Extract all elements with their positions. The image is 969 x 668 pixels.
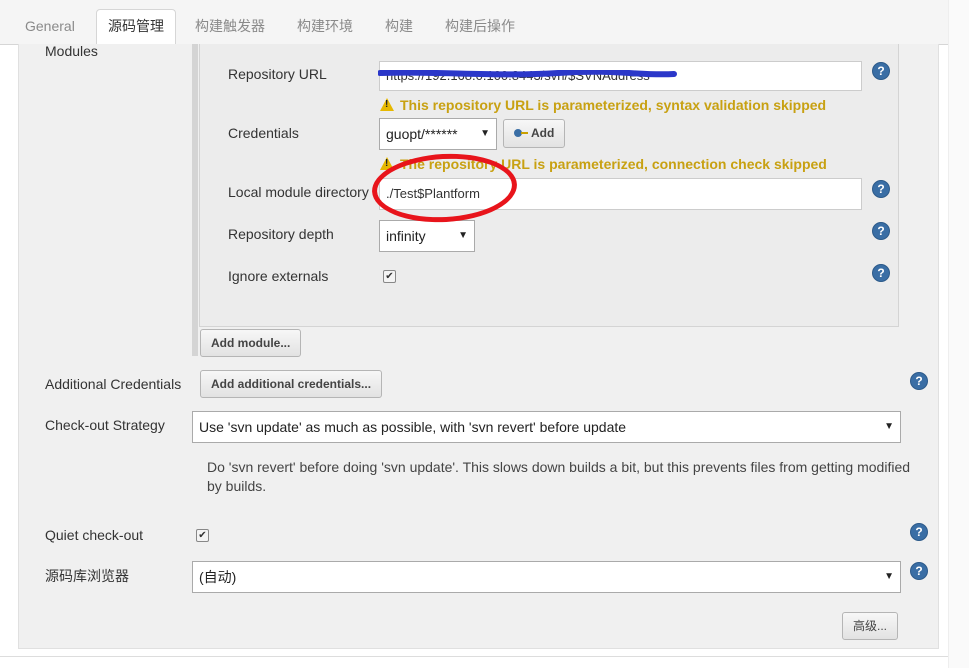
repository-url-help-icon[interactable]: ? [872, 62, 890, 80]
warning-icon [380, 98, 394, 111]
chevron-down-icon: ▼ [480, 128, 490, 139]
checkout-strategy-description: Do 'svn revert' before doing 'svn update… [207, 459, 911, 494]
module-left-bar [192, 44, 198, 356]
quiet-checkout-label: Quiet check-out [45, 527, 144, 543]
url-warning-message: This repository URL is parameterized, sy… [380, 97, 826, 113]
repository-depth-help-icon[interactable]: ? [872, 222, 890, 240]
redaction-scribble [378, 70, 677, 78]
additional-credentials-help-icon[interactable]: ? [910, 372, 928, 390]
key-icon [514, 129, 528, 137]
tab-source-code-management[interactable]: 源码管理 [96, 9, 176, 45]
ignore-externals-help-icon[interactable]: ? [872, 264, 890, 282]
tab-build-environment[interactable]: 构建环境 [286, 10, 364, 43]
ignore-externals-checkbox[interactable]: ✔ [383, 270, 396, 283]
add-credentials-button[interactable]: Add [503, 119, 566, 148]
ignore-externals-label: Ignore externals [228, 268, 329, 284]
tab-build[interactable]: 构建 [374, 10, 424, 43]
tab-bar: General 源码管理 构建触发器 构建环境 构建 构建后操作 [0, 0, 948, 45]
repository-depth-select[interactable]: infinity ▼ [379, 220, 475, 252]
local-module-directory-help-icon[interactable]: ? [872, 180, 890, 198]
add-additional-credentials-button[interactable]: Add additional credentials... [200, 370, 383, 398]
repository-browser-help-icon[interactable]: ? [910, 562, 928, 580]
url-warning-text: This repository URL is parameterized, sy… [400, 97, 827, 113]
repository-url-label: Repository URL [228, 66, 327, 82]
modules-label: Modules [45, 43, 98, 59]
tab-general[interactable]: General [14, 10, 86, 43]
checkout-strategy-label: Check-out Strategy [45, 417, 165, 433]
quiet-checkout-help-icon[interactable]: ? [910, 523, 928, 541]
checkout-strategy-selected: Use 'svn update' as much as possible, wi… [199, 419, 627, 435]
chevron-down-icon: ▼ [884, 571, 894, 582]
additional-credentials-label: Additional Credentials [45, 376, 182, 392]
section-divider [0, 656, 948, 657]
local-module-directory-label: Local module directory [228, 184, 369, 200]
repository-browser-selected: (自动) [199, 569, 237, 585]
repository-depth-label: Repository depth [228, 226, 334, 242]
tab-post-build-actions[interactable]: 构建后操作 [434, 10, 526, 43]
advanced-button[interactable]: 高级... [842, 612, 899, 640]
repository-depth-selected: infinity [386, 228, 426, 244]
repository-browser-select[interactable]: (自动) ▼ [192, 561, 901, 593]
repository-browser-label: 源码库浏览器 [45, 568, 129, 584]
tab-build-triggers[interactable]: 构建触发器 [184, 10, 276, 43]
scrollbar-area [948, 0, 969, 668]
chevron-down-icon: ▼ [884, 421, 894, 432]
add-credentials-label: Add [531, 126, 555, 140]
add-module-button[interactable]: Add module... [200, 329, 302, 357]
checkout-strategy-select[interactable]: Use 'svn update' as much as possible, wi… [192, 411, 901, 443]
credentials-selected: guopt/****** [386, 126, 458, 142]
credentials-label: Credentials [228, 125, 299, 141]
quiet-checkout-checkbox[interactable]: ✔ [196, 529, 209, 542]
credentials-select[interactable]: guopt/****** ▼ [379, 118, 497, 150]
chevron-down-icon: ▼ [458, 230, 468, 241]
